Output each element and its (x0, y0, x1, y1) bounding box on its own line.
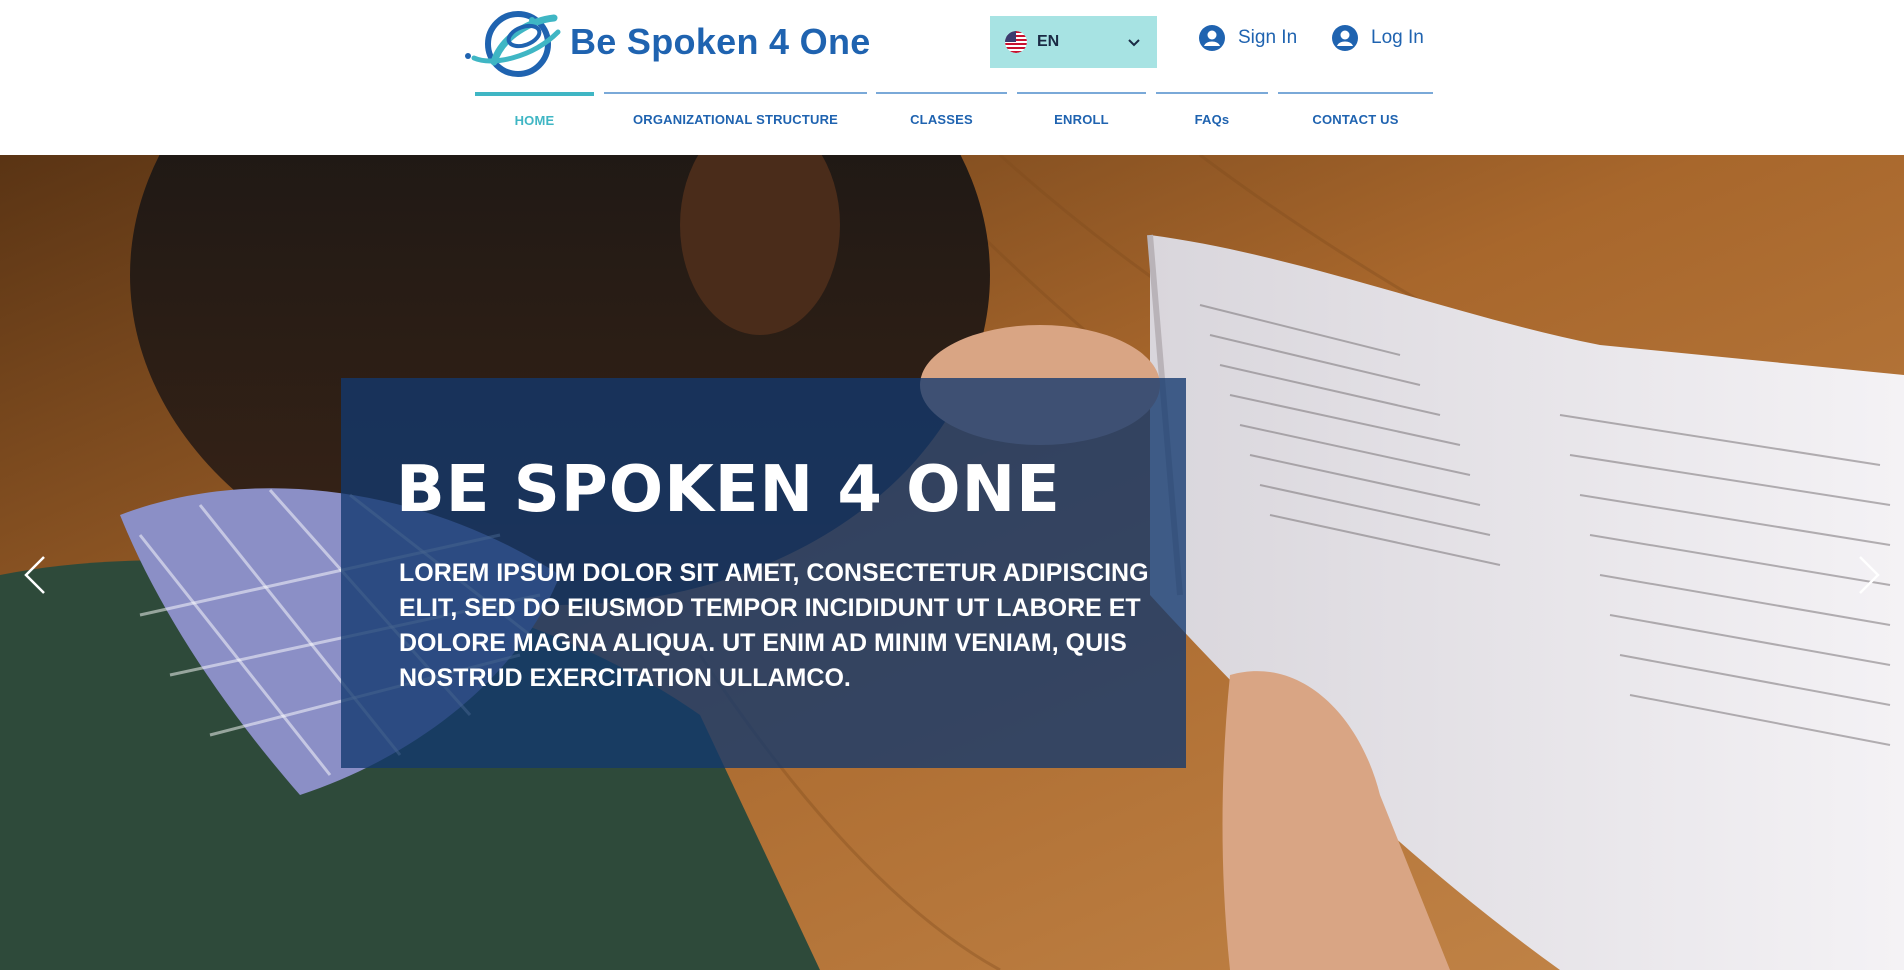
nav-item-enroll[interactable]: ENROLL (1017, 92, 1146, 132)
user-icon (1199, 25, 1225, 51)
site-logo[interactable]: Be Spoken 4 One (462, 6, 871, 78)
language-selector[interactable]: EN (990, 16, 1157, 68)
log-in-label: Log In (1371, 27, 1424, 48)
nav-item-label: ENROLL (1054, 111, 1109, 127)
nav-item-label: CLASSES (910, 111, 973, 127)
next-slide-arrow-icon[interactable] (1856, 553, 1882, 597)
site-title: Be Spoken 4 One (570, 21, 871, 62)
us-flag-icon (1005, 31, 1027, 53)
hero-slideshow: BE SPOKEN 4 ONE LOREM IPSUM DOLOR SIT AM… (0, 155, 1904, 970)
main-nav: HOME ORGANIZATIONAL STRUCTURE CLASSES EN… (0, 92, 1904, 132)
nav-item-home[interactable]: HOME (475, 92, 594, 132)
log-in-button[interactable]: Log In (1331, 24, 1424, 52)
nav-item-organizational-structure[interactable]: ORGANIZATIONAL STRUCTURE (604, 92, 867, 132)
nav-item-classes[interactable]: CLASSES (876, 92, 1007, 132)
nav-item-label: CONTACT US (1312, 111, 1399, 127)
nav-item-contact-us[interactable]: CONTACT US (1278, 92, 1433, 132)
nav-item-faqs[interactable]: FAQs (1156, 92, 1268, 132)
user-icon (1332, 25, 1358, 51)
hero-body: LOREM IPSUM DOLOR SIT AMET, CONSECTETUR … (399, 559, 1149, 692)
previous-slide-arrow-icon[interactable] (22, 553, 48, 597)
globe-logo-icon (465, 11, 561, 77)
nav-item-label: ORGANIZATIONAL STRUCTURE (632, 111, 839, 127)
hero-text-panel: BE SPOKEN 4 ONE LOREM IPSUM DOLOR SIT AM… (341, 378, 1186, 768)
sign-in-label: Sign In (1238, 27, 1298, 48)
sign-in-button[interactable]: Sign In (1198, 24, 1297, 52)
language-label: EN (1037, 33, 1060, 50)
hero-title: BE SPOKEN 4 ONE (396, 453, 1061, 527)
nav-item-label: FAQs (1194, 111, 1230, 127)
site-header: Be Spoken 4 One EN Sign In Log In HOME O… (0, 0, 1904, 155)
chevron-down-icon (1128, 39, 1140, 47)
nav-item-label: HOME (514, 112, 555, 128)
